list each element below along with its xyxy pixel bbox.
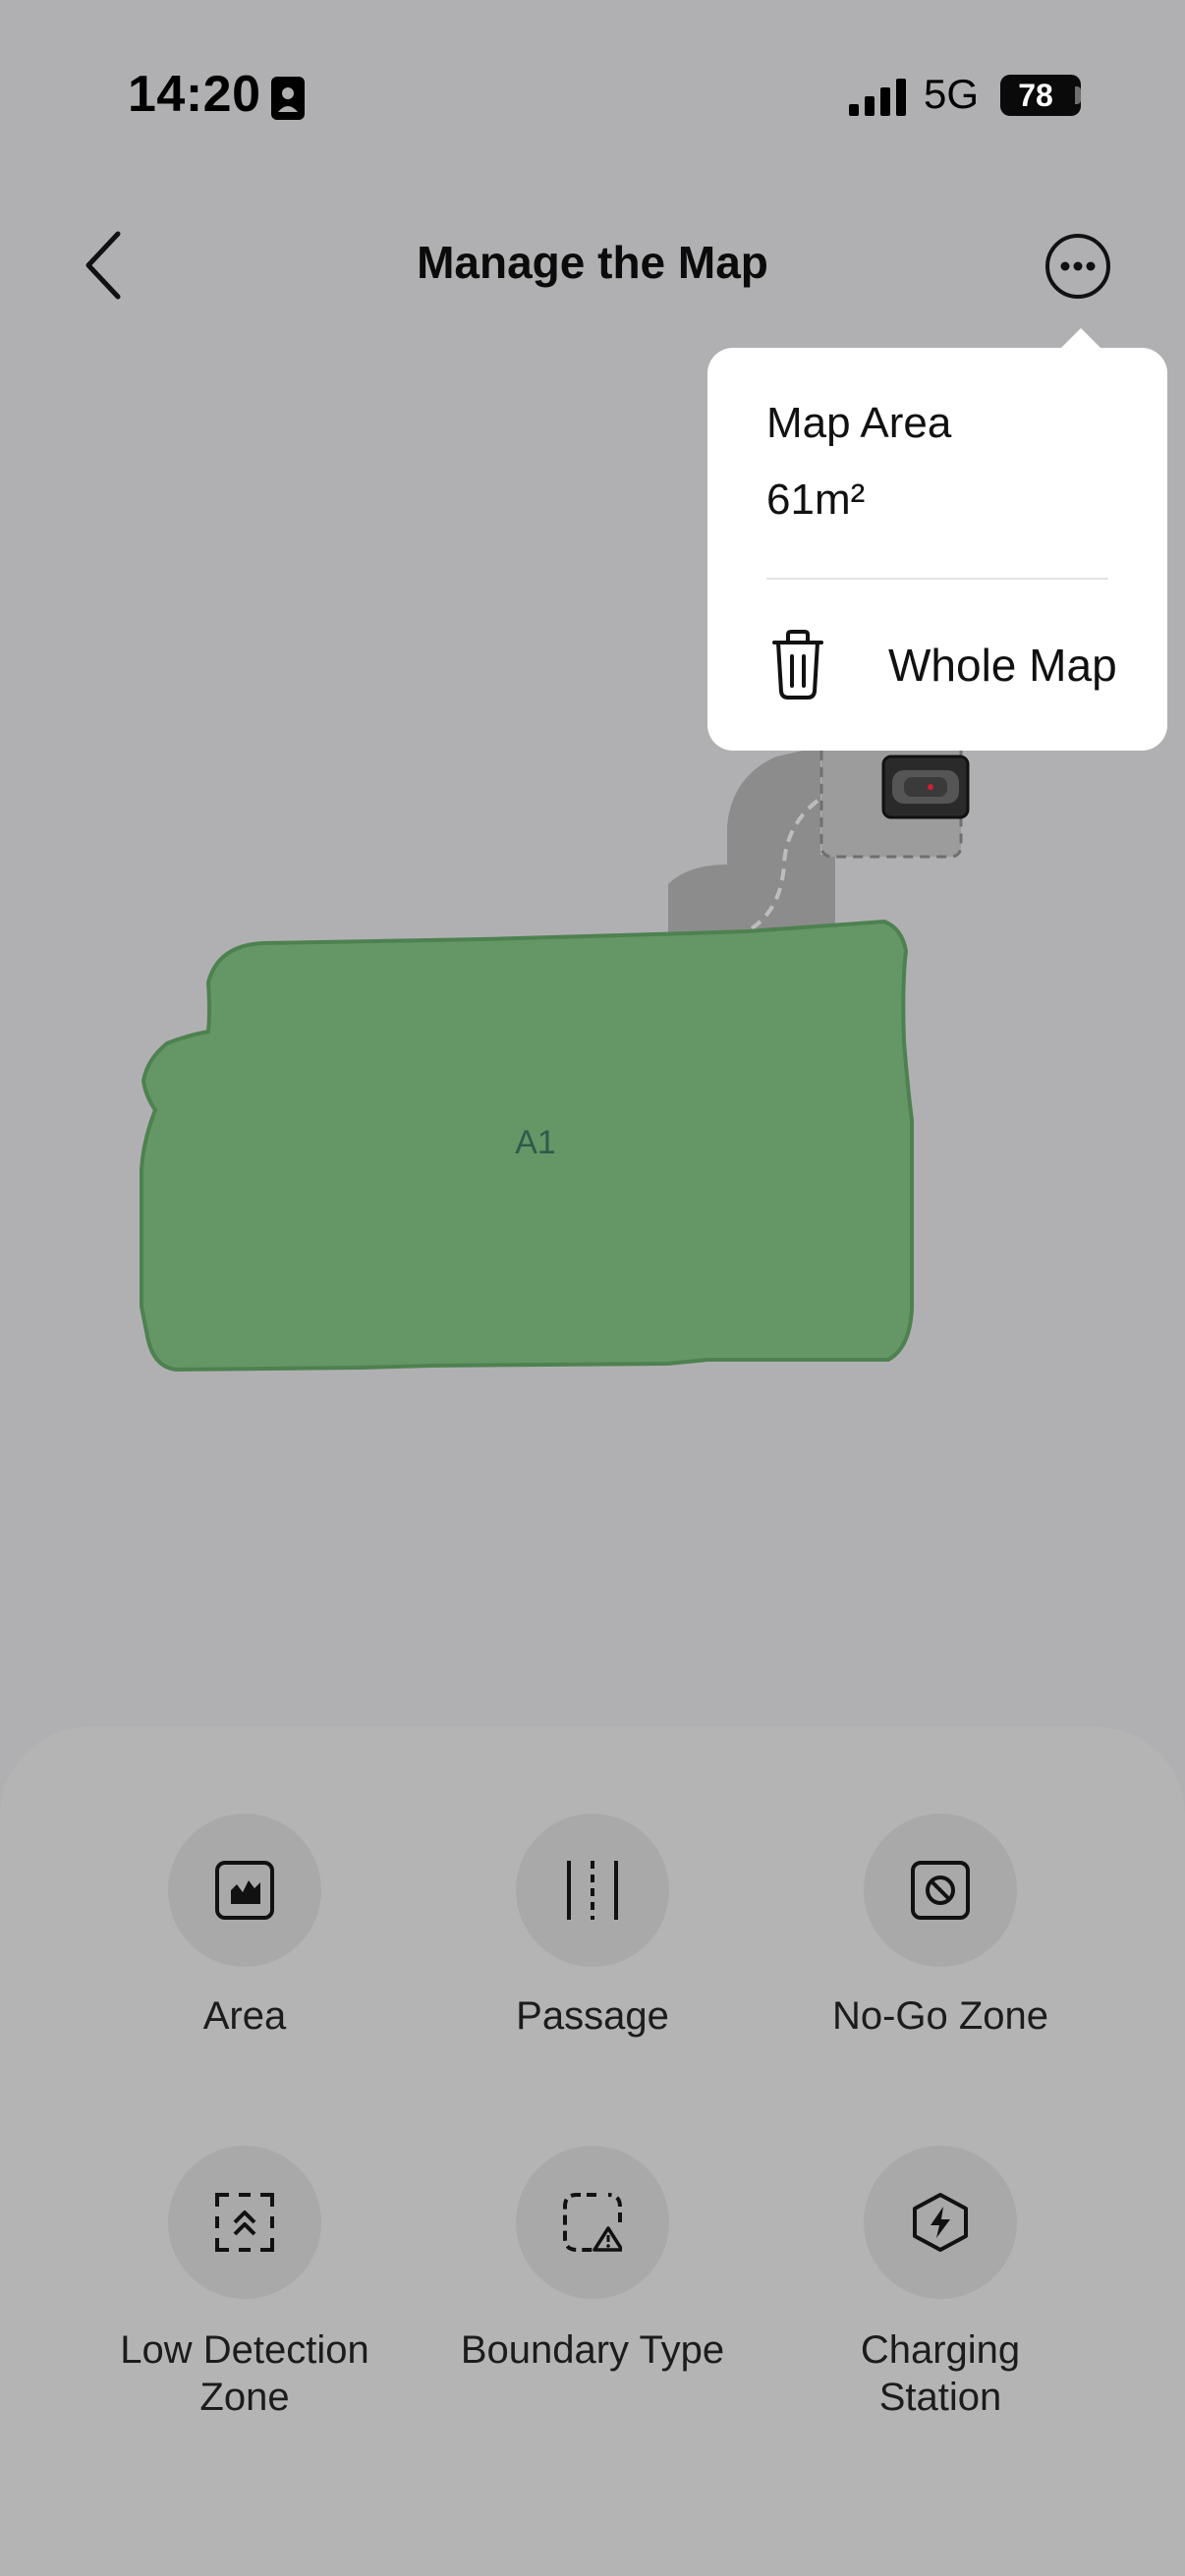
popup-arrow (1059, 328, 1102, 350)
popup-divider (766, 578, 1108, 580)
more-button[interactable] (1044, 232, 1112, 301)
tool-no-go-zone-label: No-Go Zone (831, 1994, 1049, 2038)
signal-icon (849, 79, 906, 116)
tool-low-detection-zone-circle (168, 2146, 321, 2299)
tool-panel: Area Passage No-Go Zone Low Detection Zo… (0, 1727, 1185, 2576)
area-icon (215, 1861, 274, 1920)
mower-icon[interactable] (881, 755, 970, 819)
tool-passage[interactable]: Passage (430, 1814, 755, 2049)
tool-low-detection-zone[interactable]: Low Detection Zone (83, 2146, 407, 2421)
area-label: A1 (515, 1124, 556, 1161)
tool-charging-station-label: Charging Station (860, 2328, 1021, 2419)
delete-label: Whole Map (888, 640, 1117, 691)
status-time: 14:20 (128, 66, 261, 123)
passage-path (668, 747, 835, 933)
tool-no-go-zone[interactable]: No-Go Zone (778, 1814, 1102, 2049)
tool-boundary-type[interactable]: Boundary Type (430, 2146, 755, 2421)
map-options-popup: Map Area 61m² Whole Map (707, 348, 1167, 751)
page-title: Manage the Map (417, 237, 768, 288)
id-card-icon (271, 77, 305, 120)
battery-level: 78 (1018, 78, 1053, 113)
map-area-label: Map Area (766, 399, 952, 447)
low-detection-zone-icon (215, 2193, 274, 2252)
boundary-type-icon (563, 2193, 622, 2252)
trash-icon (772, 630, 823, 700)
tool-boundary-type-circle (516, 2146, 669, 2299)
charging-station-icon (913, 2193, 968, 2252)
tool-area[interactable]: Area (83, 1814, 407, 2049)
no-go-zone-icon (911, 1861, 970, 1920)
tool-low-detection-zone-label: Low Detection Zone (120, 2328, 369, 2419)
battery-nub (1075, 86, 1081, 104)
network-type: 5G (924, 71, 980, 117)
battery-icon: 78 (1000, 75, 1081, 116)
tool-area-circle (168, 1814, 321, 1967)
passage-icon (567, 1861, 618, 1920)
tool-area-label: Area (202, 1994, 287, 2038)
tool-charging-station-circle (864, 2146, 1017, 2299)
tool-passage-circle (516, 1814, 669, 1967)
tool-charging-station[interactable]: Charging Station (778, 2146, 1102, 2421)
tool-no-go-zone-circle (864, 1814, 1017, 1967)
status-bar: 14:20 5G 78 (0, 0, 1185, 196)
delete-whole-map-button[interactable]: Whole Map (766, 609, 1120, 717)
map-area-value: 61m² (766, 476, 866, 524)
tool-boundary-type-label: Boundary Type (460, 2328, 725, 2372)
tool-passage-label: Passage (516, 1994, 669, 2038)
